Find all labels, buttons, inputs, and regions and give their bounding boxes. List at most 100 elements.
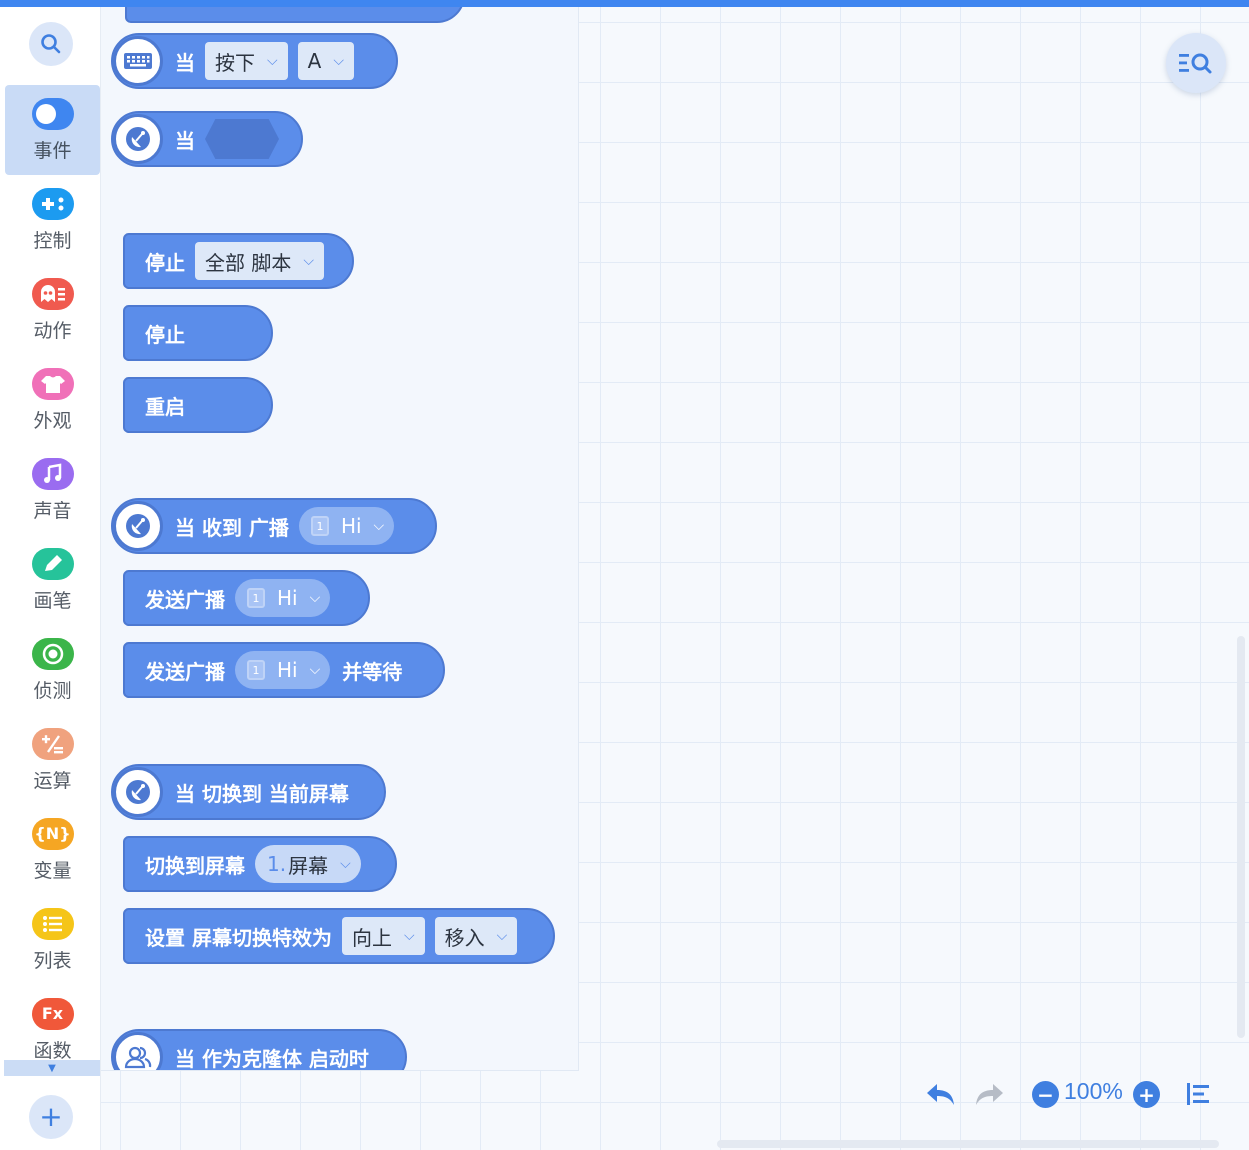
block-palette: 当 按下 ⌵ A ⌵ 当 停止 全部 脚本 ⌵ 停止 重启 当 收到 广播 1 … [101, 7, 579, 1071]
align-blocks-button[interactable] [1184, 1076, 1214, 1112]
list-search-icon [1179, 53, 1212, 74]
redo-icon [976, 1084, 1003, 1105]
effect-dropdown[interactable]: 移入 ⌵ [434, 917, 518, 955]
category-label: 列表 [33, 949, 72, 972]
block-restart[interactable]: 重启 [123, 377, 273, 433]
message-dropdown[interactable]: 1 Hi ⌵ [235, 579, 331, 617]
plus-icon: + [39, 1100, 63, 1133]
block-text: 停止 [145, 250, 185, 275]
message-index-badge: 1 [310, 516, 329, 536]
category-control[interactable]: 控制 [5, 175, 100, 265]
tshirt-icon [31, 367, 74, 400]
block-partial-top[interactable] [125, 7, 465, 23]
category-label: 控制 [33, 229, 72, 252]
plus-icon: + [1138, 1082, 1155, 1107]
block-text: 切换到屏幕 [145, 853, 245, 878]
category-label: 变量 [33, 859, 72, 882]
category-motion[interactable]: 动作 [5, 265, 100, 355]
redo-button[interactable] [972, 1076, 1006, 1112]
chevron-down-icon: ⌵ [333, 53, 344, 69]
minus-icon: − [1037, 1082, 1054, 1107]
top-accent-bar [0, 0, 1249, 7]
key-action-dropdown[interactable]: 按下 ⌵ [205, 42, 288, 80]
message-index-badge: 1 [247, 588, 265, 608]
keyboard-icon [113, 36, 163, 86]
toggle-icon [31, 97, 74, 130]
chevron-down-icon: ⌵ [496, 928, 508, 944]
dropdown-value: 移入 [444, 925, 485, 950]
gamepad-icon [31, 187, 74, 220]
dropdown-value: 屏幕 [288, 853, 329, 878]
clone-users-icon [113, 1032, 163, 1070]
dropdown-value: Hi [277, 586, 298, 610]
satellite-dish-icon [113, 501, 163, 551]
add-extension-button[interactable]: + [29, 1095, 73, 1139]
chevron-down-icon: ⌵ [303, 253, 314, 269]
category-label: 声音 [33, 499, 72, 522]
block-when-key-pressed[interactable]: 当 按下 ⌵ A ⌵ [111, 33, 398, 89]
triangle-down-icon: ▼ [48, 1062, 56, 1074]
message-index-badge: 1 [247, 660, 265, 680]
block-when-signal[interactable]: 当 [111, 111, 303, 167]
dropdown-value: Hi [340, 514, 362, 538]
category-operators[interactable]: 运算 [5, 715, 100, 805]
stop-scope-dropdown[interactable]: 全部 脚本 ⌵ [195, 242, 324, 280]
key-select-dropdown[interactable]: A ⌵ [297, 42, 354, 80]
block-text: 当 [175, 128, 195, 153]
category-sidebar: 事件 控制 动作 外观 声音 画笔 侦测 运算 {N} 变量 列表 Fx 函数 … [0, 7, 101, 1150]
pen-icon [31, 547, 74, 580]
message-dropdown[interactable]: 1 Hi ⌵ [298, 507, 395, 545]
chevron-down-icon: ⌵ [309, 662, 321, 678]
block-set-screen-effect[interactable]: 设置 屏幕切换特效为 向上 ⌵ 移入 ⌵ [123, 908, 555, 964]
dropdown-value: 按下 [215, 50, 255, 75]
category-variables[interactable]: {N} 变量 [5, 805, 100, 895]
category-events[interactable]: 事件 [5, 85, 100, 175]
category-looks[interactable]: 外观 [5, 355, 100, 445]
category-scroll-down[interactable]: ▼ [4, 1060, 100, 1076]
align-left-icon [1187, 1083, 1209, 1105]
message-dropdown[interactable]: 1 Hi ⌵ [235, 651, 331, 689]
dropdown-value: Hi [277, 658, 298, 682]
screen-dropdown[interactable]: 1. 屏幕 ⌵ [255, 845, 361, 883]
block-text: 重启 [145, 394, 185, 419]
block-text: 当 切换到 当前屏幕 [175, 781, 349, 806]
satellite-dish-icon [113, 767, 163, 817]
vertical-scrollbar[interactable] [1237, 636, 1245, 1038]
category-sound[interactable]: 声音 [5, 445, 100, 535]
function-icon: Fx [31, 997, 74, 1030]
horizontal-scrollbar[interactable] [717, 1140, 1219, 1148]
category-label: 画笔 [33, 589, 72, 612]
block-stop[interactable]: 停止 [123, 305, 273, 361]
chevron-down-icon: ⌵ [403, 928, 415, 944]
block-when-clone-starts[interactable]: 当 作为克隆体 启动时 [111, 1029, 407, 1071]
block-switch-screen[interactable]: 切换到屏幕 1. 屏幕 ⌵ [123, 836, 397, 892]
block-text: 并等待 [342, 659, 403, 684]
block-text: 当 作为克隆体 启动时 [175, 1046, 369, 1071]
zoom-level: 100% [1064, 1078, 1123, 1104]
block-when-screen-switched[interactable]: 当 切换到 当前屏幕 [111, 764, 386, 820]
category-label: 侦测 [33, 679, 72, 702]
undo-button[interactable] [924, 1076, 958, 1112]
block-stop-scope[interactable]: 停止 全部 脚本 ⌵ [123, 233, 354, 289]
zoom-out-button[interactable]: − [1032, 1081, 1059, 1108]
category-sensing[interactable]: 侦测 [5, 625, 100, 715]
zoom-in-button[interactable]: + [1133, 1081, 1160, 1108]
category-label: 外观 [33, 409, 72, 432]
ghost-icon [31, 277, 74, 310]
direction-dropdown[interactable]: 向上 ⌵ [341, 917, 425, 955]
category-lists[interactable]: 列表 [5, 895, 100, 985]
boolean-slot[interactable] [205, 119, 279, 159]
math-ops-icon [31, 727, 74, 760]
search-icon [41, 34, 61, 54]
category-label: 动作 [33, 319, 72, 342]
block-text: 设置 屏幕切换特效为 [145, 925, 332, 950]
search-button[interactable] [29, 22, 73, 66]
category-pen[interactable]: 画笔 [5, 535, 100, 625]
block-when-receive-broadcast[interactable]: 当 收到 广播 1 Hi ⌵ [111, 498, 437, 554]
find-blocks-button[interactable] [1166, 33, 1226, 93]
block-broadcast[interactable]: 发送广播 1 Hi ⌵ [123, 570, 370, 626]
undo-icon [927, 1084, 954, 1105]
block-text: 当 [175, 50, 195, 75]
block-broadcast-and-wait[interactable]: 发送广播 1 Hi ⌵ 并等待 [123, 642, 445, 698]
block-text: 发送广播 [145, 659, 225, 684]
